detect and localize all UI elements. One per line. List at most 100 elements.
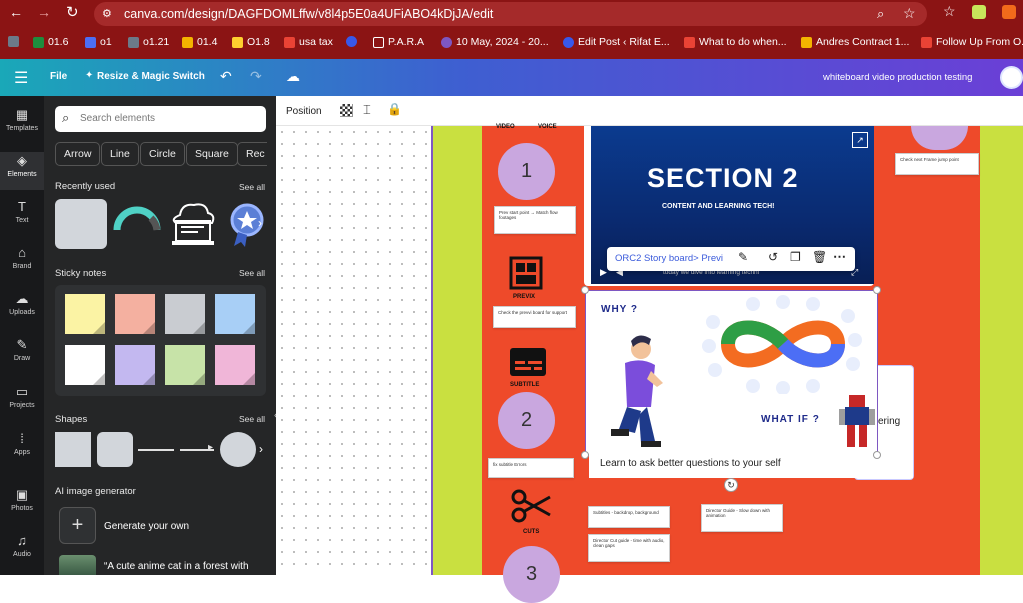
site-settings-icon[interactable]: ⚙: [102, 7, 112, 20]
rail-item-apps[interactable]: ⁞ Apps: [0, 432, 44, 457]
shape-square[interactable]: [55, 432, 91, 467]
rail-item-templates[interactable]: ▦ Templates: [0, 108, 44, 133]
extension-icon[interactable]: [1002, 5, 1016, 19]
play-icon[interactable]: ▶: [600, 267, 607, 278]
sticky-note-white[interactable]: [65, 345, 105, 385]
bookmark-item[interactable]: 01.4: [182, 36, 217, 48]
plus-icon[interactable]: +: [59, 507, 96, 544]
sticky-note-card[interactable]: Director Guide - Slow down with animatio…: [701, 504, 783, 532]
shape-line[interactable]: [138, 449, 174, 451]
slide-selected[interactable]: WHY ? WHAT IF ?: [585, 290, 878, 455]
resize-handle[interactable]: [581, 451, 589, 459]
resize-button[interactable]: Resize & Magic Switch: [97, 71, 205, 82]
external-link-icon[interactable]: ↗: [852, 132, 868, 148]
rail-item-audio[interactable]: ♫ Audio: [0, 534, 44, 559]
search-input[interactable]: Search elements: [80, 113, 155, 124]
step-circle-2[interactable]: 2: [498, 392, 555, 449]
sticky-note-blue[interactable]: [215, 294, 255, 334]
rail-item-text[interactable]: T Text: [0, 200, 44, 225]
chevron-right-icon[interactable]: ›: [258, 216, 262, 230]
redo-icon[interactable]: ↷: [250, 68, 262, 85]
sticky-note-card[interactable]: Prev start point → Match flow footages: [494, 206, 576, 234]
bookmark-item[interactable]: [346, 36, 357, 47]
bookmark-item[interactable]: O1.8: [232, 36, 270, 48]
sticky-note-green[interactable]: [165, 345, 205, 385]
reload-icon[interactable]: ↻: [66, 3, 79, 21]
chevron-right-icon[interactable]: ›: [259, 442, 263, 456]
comment-icon[interactable]: ↺: [768, 250, 778, 264]
lock-icon[interactable]: 🔒: [387, 102, 402, 116]
generate-your-own-link[interactable]: Generate your own: [104, 521, 189, 532]
recent-rounded-square[interactable]: [55, 199, 107, 249]
document-title[interactable]: whiteboard video production testing: [823, 72, 972, 83]
see-all-sticky[interactable]: See all: [239, 268, 265, 278]
video-link-text[interactable]: ORC2 Story board> Previ: [615, 253, 723, 264]
menu-icon[interactable]: ☰: [14, 68, 28, 88]
sticky-note-card[interactable]: Subtitles - backdrop, background: [588, 506, 670, 528]
recent-arc-shape[interactable]: [113, 204, 161, 232]
ai-example-prompt[interactable]: “A cute anime cat in a forest with: [104, 561, 249, 572]
chip-circle[interactable]: Circle: [140, 142, 185, 166]
bookmark-item[interactable]: Edit Post ‹ Rifat E...: [563, 36, 670, 48]
rail-item-elements[interactable]: ◈ Elements: [0, 152, 44, 190]
back-icon[interactable]: ←: [9, 4, 23, 20]
search-box[interactable]: ⌕ Search elements: [55, 106, 266, 132]
transparency-icon[interactable]: [340, 104, 353, 117]
rotate-icon[interactable]: ↻: [724, 478, 738, 492]
see-all-recent[interactable]: See all: [239, 182, 265, 192]
undo-icon[interactable]: ↶: [220, 68, 232, 85]
sticky-note-pink[interactable]: [215, 345, 255, 385]
bookmark-item[interactable]: [8, 36, 19, 47]
sticky-note-card[interactable]: Check next Frame jump point: [895, 153, 979, 175]
bookmark-star-icon[interactable]: ☆: [903, 5, 916, 22]
avatar[interactable]: [1000, 66, 1023, 89]
bookmark-item[interactable]: 01.6: [33, 36, 68, 48]
ai-cat-thumbnail[interactable]: [59, 555, 96, 575]
cloud-laptop-icon[interactable]: [168, 199, 218, 251]
address-bar[interactable]: ⚙ canva.com/design/DAGFDOMLffw/v8l4p5E0a…: [94, 2, 927, 26]
rail-item-uploads[interactable]: ☁ Uploads: [0, 292, 44, 317]
star-icon[interactable]: ☆: [943, 3, 956, 20]
extension-icon[interactable]: [972, 5, 986, 19]
cloud-saved-icon[interactable]: ☁: [286, 68, 300, 85]
bookmark-item[interactable]: P.A.R.A: [373, 36, 424, 48]
chip-line[interactable]: Line: [101, 142, 139, 166]
sticky-note-salmon[interactable]: [115, 294, 155, 334]
file-menu[interactable]: File: [50, 71, 67, 82]
rail-item-draw[interactable]: ✎ Draw: [0, 338, 44, 363]
see-all-shapes[interactable]: See all: [239, 414, 265, 424]
bookmark-item[interactable]: 10 May, 2024 - 20...: [441, 36, 549, 48]
sticky-note-gray[interactable]: [165, 294, 205, 334]
bookmark-item[interactable]: o1: [85, 36, 112, 48]
sticky-note-card[interactable]: Check the prevvi board for support: [493, 306, 576, 328]
position-button[interactable]: Position: [286, 106, 322, 117]
rail-item-photos[interactable]: ▣ Photos: [0, 488, 44, 513]
edit-pencil-icon[interactable]: ✎: [738, 250, 748, 264]
sticky-note-purple[interactable]: [115, 345, 155, 385]
resize-handle[interactable]: [873, 451, 881, 459]
sticky-note-card[interactable]: fix subtitle Errors: [488, 458, 574, 478]
sticky-note-card[interactable]: Director Cut guide - time with audio, cl…: [588, 534, 670, 562]
sticky-note-yellow[interactable]: [65, 294, 105, 334]
more-options-icon[interactable]: ⋯: [833, 249, 846, 265]
bookmark-item[interactable]: What to do when...: [684, 36, 787, 48]
resize-handle[interactable]: [581, 286, 589, 294]
step-circle-1[interactable]: 1: [498, 143, 555, 200]
chip-square[interactable]: Square: [186, 142, 238, 166]
delete-icon[interactable]: 🗑: [812, 250, 827, 264]
duplicate-icon[interactable]: ❐: [790, 250, 801, 264]
bookmark-item[interactable]: o1.21: [128, 36, 169, 48]
paint-roller-icon[interactable]: ⌶: [363, 102, 371, 118]
chip-rectangle[interactable]: Rec: [237, 142, 267, 166]
rail-item-brand[interactable]: ⌂ Brand: [0, 246, 44, 271]
zoom-icon[interactable]: ⌕: [877, 6, 884, 22]
shape-circle[interactable]: [220, 432, 256, 467]
bookmark-item[interactable]: Andres Contract 1...: [801, 36, 909, 48]
bookmark-item[interactable]: Follow Up From O...: [921, 36, 1023, 48]
rail-item-projects[interactable]: ▭ Projects: [0, 385, 44, 410]
resize-handle[interactable]: [873, 286, 881, 294]
forward-icon[interactable]: →: [37, 4, 51, 20]
bookmark-item[interactable]: usa tax: [284, 36, 333, 48]
chip-arrow[interactable]: Arrow: [55, 142, 101, 166]
shape-rounded-square[interactable]: [97, 432, 133, 467]
